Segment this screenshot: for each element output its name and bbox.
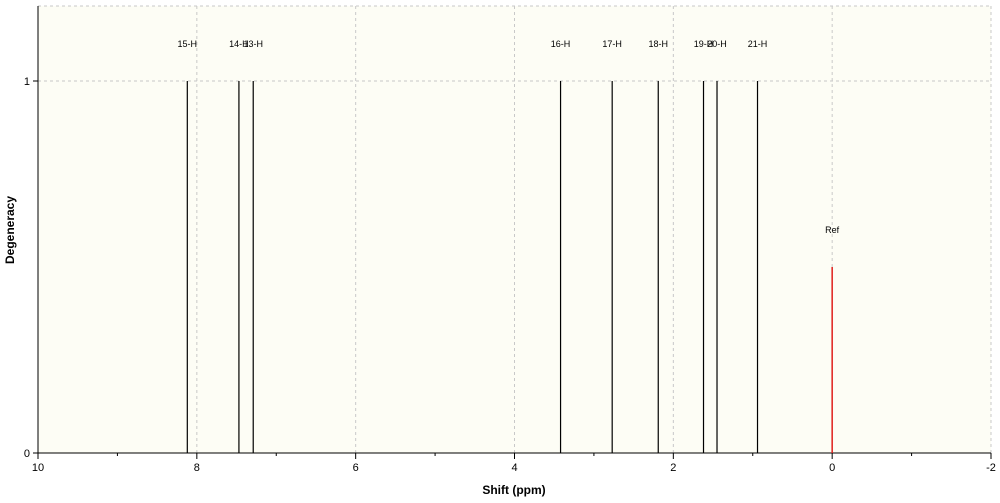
chart-svg: 10 8 6 4 2 0 -201 15-H 14-H13-H 16-H 17-H 18-H 19-H… bbox=[0, 0, 1000, 498]
peak-label: 15-H bbox=[178, 39, 198, 49]
reference-label: Ref bbox=[825, 225, 840, 235]
peak-label: 18-H bbox=[648, 39, 668, 49]
peak-label: 20-H bbox=[707, 39, 727, 49]
x-tick-label: -2 bbox=[986, 462, 996, 474]
peak-label: 21-H bbox=[748, 39, 768, 49]
nmr-spectrum-chart: 10 8 6 4 2 0 -2 0 1 15-H 14-H 13-H 16-H 17-H 18-H 19-H… bbox=[0, 0, 1000, 498]
y-tick-label: 0 bbox=[24, 448, 30, 460]
x-axis-title: Shift (ppm) bbox=[482, 483, 545, 497]
x-tick-label: 8 bbox=[194, 462, 200, 474]
peak-label: 17-H bbox=[602, 39, 622, 49]
x-tick-label: 0 bbox=[829, 462, 835, 474]
peak-label: 16-H bbox=[551, 39, 571, 49]
x-tick-label: 6 bbox=[353, 462, 359, 474]
y-tick-label: 1 bbox=[24, 76, 30, 88]
y-axis-title: Degeneracy bbox=[3, 196, 17, 264]
peak-label: 13-H bbox=[243, 39, 263, 49]
x-tick-label: 10 bbox=[32, 462, 44, 474]
x-tick-label: 2 bbox=[670, 462, 676, 474]
x-tick-label: 4 bbox=[511, 462, 517, 474]
